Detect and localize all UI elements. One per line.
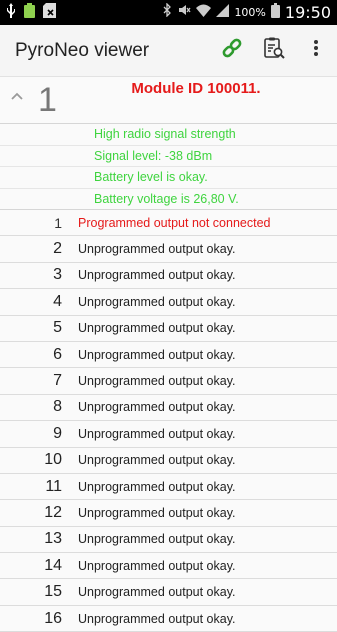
- output-row[interactable]: 9 Unprogrammed output okay.: [0, 421, 337, 448]
- signal-icon: [216, 3, 230, 22]
- silent-mode-icon: [177, 3, 191, 22]
- output-row[interactable]: 1 Programmed output not connected: [0, 210, 337, 237]
- clock: 19:50: [284, 3, 331, 22]
- battery-percent: 100%: [234, 6, 266, 19]
- link-icon: [220, 36, 244, 65]
- sd-card-icon: [43, 2, 56, 23]
- output-status: Unprogrammed output okay.: [78, 268, 236, 283]
- output-row[interactable]: 4 Unprogrammed output okay.: [0, 289, 337, 316]
- output-number: 14: [44, 556, 62, 574]
- output-status: Unprogrammed output okay.: [78, 426, 236, 441]
- radio-strength-text: High radio signal strength: [0, 124, 337, 146]
- battery-voltage-text: Battery voltage is 26,80 V.: [94, 191, 239, 206]
- output-status: Unprogrammed output okay.: [78, 479, 236, 494]
- output-number: 7: [53, 372, 62, 390]
- connect-button[interactable]: [211, 31, 253, 71]
- output-row[interactable]: 11 Unprogrammed output okay.: [0, 474, 337, 501]
- output-number: 9: [53, 424, 62, 442]
- output-row[interactable]: 8 Unprogrammed output okay.: [0, 395, 337, 422]
- output-row[interactable]: 14 Unprogrammed output okay.: [0, 553, 337, 580]
- output-status: Unprogrammed output okay.: [78, 611, 236, 626]
- app-title: PyroNeo viewer: [15, 39, 150, 61]
- output-number: 1: [54, 214, 62, 231]
- output-row[interactable]: 10 Unprogrammed output okay.: [0, 448, 337, 474]
- output-row[interactable]: 15 Unprogrammed output okay.: [0, 579, 337, 606]
- output-status: Programmed output not connected: [78, 215, 271, 230]
- status-bar: 100% 19:50: [0, 0, 337, 25]
- module-list[interactable]: 1 Module ID 100011. High radio signal st…: [0, 77, 337, 632]
- android-battery-icon: [24, 2, 35, 23]
- output-number: 4: [53, 292, 62, 310]
- output-number: 3: [53, 266, 62, 284]
- output-row[interactable]: 12 Unprogrammed output okay.: [0, 500, 337, 527]
- output-number: 5: [53, 319, 62, 337]
- output-row[interactable]: 5 Unprogrammed output okay.: [0, 316, 337, 342]
- output-number: 10: [44, 451, 62, 469]
- output-status: Unprogrammed output okay.: [78, 400, 236, 415]
- more-vert-icon: [313, 39, 319, 62]
- output-number: 8: [53, 398, 62, 416]
- output-number: 11: [45, 477, 62, 495]
- module-header[interactable]: 1 Module ID 100011.: [0, 77, 337, 124]
- output-status: Unprogrammed output okay.: [78, 585, 236, 600]
- output-number: 2: [53, 240, 62, 258]
- output-status: Unprogrammed output okay.: [78, 321, 236, 336]
- output-number: 12: [44, 503, 62, 521]
- battery-icon: [270, 2, 280, 23]
- usb-icon: [6, 2, 16, 23]
- output-status: Unprogrammed output okay.: [78, 505, 236, 520]
- output-status: Unprogrammed output okay.: [78, 347, 236, 362]
- overflow-menu-button[interactable]: [295, 31, 337, 71]
- battery-level-text: Battery level is okay.: [0, 167, 337, 189]
- module-title: Module ID 100011.: [131, 80, 261, 97]
- output-row[interactable]: 7 Unprogrammed output okay.: [0, 368, 337, 395]
- output-row[interactable]: 3 Unprogrammed output okay.: [0, 263, 337, 290]
- signal-level-text: Signal level: -38 dBm: [0, 146, 337, 167]
- output-row[interactable]: 6 Unprogrammed output okay.: [0, 342, 337, 369]
- output-status: Unprogrammed output okay.: [78, 242, 236, 257]
- output-number: 16: [44, 609, 62, 627]
- output-status: Unprogrammed output okay.: [78, 532, 236, 547]
- output-status: Unprogrammed output okay.: [78, 453, 236, 468]
- app-bar: PyroNeo viewer: [0, 25, 337, 77]
- wifi-icon: [196, 4, 212, 22]
- bluetooth-icon: [163, 2, 172, 22]
- output-number: 15: [44, 583, 62, 601]
- module-info: High radio signal strength Signal level:…: [0, 124, 337, 210]
- output-row[interactable]: 13 Unprogrammed output okay.: [0, 527, 337, 554]
- output-number: 13: [44, 530, 62, 548]
- clipboard-search-icon: [262, 36, 286, 65]
- output-status: Unprogrammed output okay.: [78, 374, 236, 389]
- output-list: 1 Programmed output not connected 2 Unprog…: [0, 210, 337, 632]
- inspect-button[interactable]: [253, 31, 295, 71]
- output-status: Unprogrammed output okay.: [78, 558, 236, 573]
- output-number: 6: [53, 345, 62, 363]
- output-row[interactable]: 16 Unprogrammed output okay.: [0, 606, 337, 632]
- output-status: Unprogrammed output okay.: [78, 294, 236, 309]
- output-row[interactable]: 2 Unprogrammed output okay.: [0, 236, 337, 263]
